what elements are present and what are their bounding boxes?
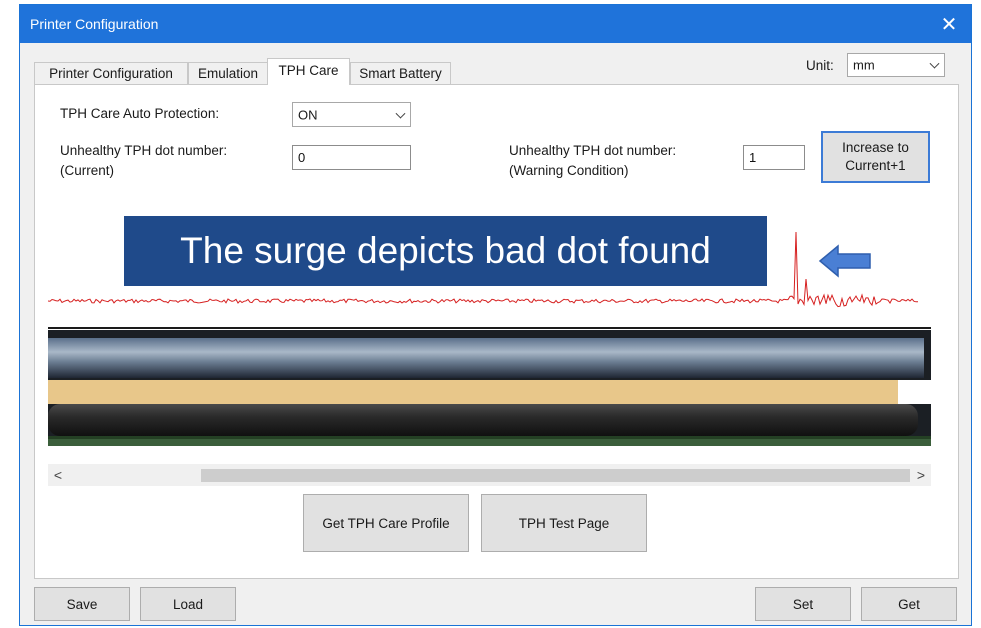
tph-test-page-button[interactable]: TPH Test Page [481,494,647,552]
close-icon[interactable]: ✕ [935,11,963,37]
print-head-strip [48,380,931,404]
scroll-left-arrow[interactable]: < [48,464,68,486]
tab-label: Emulation [197,66,259,81]
get-button[interactable]: Get [861,587,957,621]
tab-tph-care[interactable]: TPH Care [267,58,350,85]
set-button[interactable]: Set [755,587,851,621]
title-bar: Printer Configuration ✕ [20,5,971,43]
tab-label: Smart Battery [359,66,442,81]
increase-button-line2: Current+1 [845,158,906,173]
unit-select[interactable]: mm [847,53,945,77]
platen-roller [48,404,918,436]
current-dot-label: Unhealthy TPH dot number: [60,143,228,158]
current-dot-input[interactable] [292,145,411,170]
tab-printer-configuration[interactable]: Printer Configuration [34,62,188,84]
pcb-shadow [48,436,931,439]
warning-dot-label: Unhealthy TPH dot number: [509,143,677,158]
save-button[interactable]: Save [34,587,130,621]
warning-dot-input[interactable] [743,145,805,170]
increase-button-line1: Increase to [842,140,909,155]
scroll-right-arrow[interactable]: > [911,464,931,486]
print-head-bar [48,338,924,378]
tab-label: Printer Configuration [49,66,173,81]
printer-configuration-window: Printer Configuration ✕ Printer Configur… [19,4,972,626]
auto-protection-label: TPH Care Auto Protection: [60,106,220,121]
load-button[interactable]: Load [140,587,236,621]
tph-dot-graph: The surge depicts bad dot found [48,204,931,446]
tab-label: TPH Care [278,63,339,78]
auto-protection-select[interactable]: ON [292,102,411,127]
warning-dot-label-sub: (Warning Condition) [509,163,629,178]
print-head-end [898,380,931,404]
chevron-down-icon [395,108,406,119]
increase-to-current-button[interactable]: Increase to Current+1 [821,131,930,183]
left-arrow-icon [818,244,871,278]
unit-select-value: mm [853,57,875,73]
tab-smart-battery[interactable]: Smart Battery [350,62,451,84]
chevron-down-icon [929,58,940,69]
current-dot-label-sub: (Current) [60,163,115,178]
graph-scrollbar[interactable]: < > [48,464,931,486]
unit-label: Unit: [806,58,834,73]
window-title: Printer Configuration [30,16,159,32]
tab-emulation[interactable]: Emulation [188,62,268,84]
get-tph-care-profile-button[interactable]: Get TPH Care Profile [303,494,469,552]
surge-annotation: The surge depicts bad dot found [124,216,767,286]
scroll-thumb[interactable] [201,469,910,482]
auto-protection-value: ON [298,107,318,122]
